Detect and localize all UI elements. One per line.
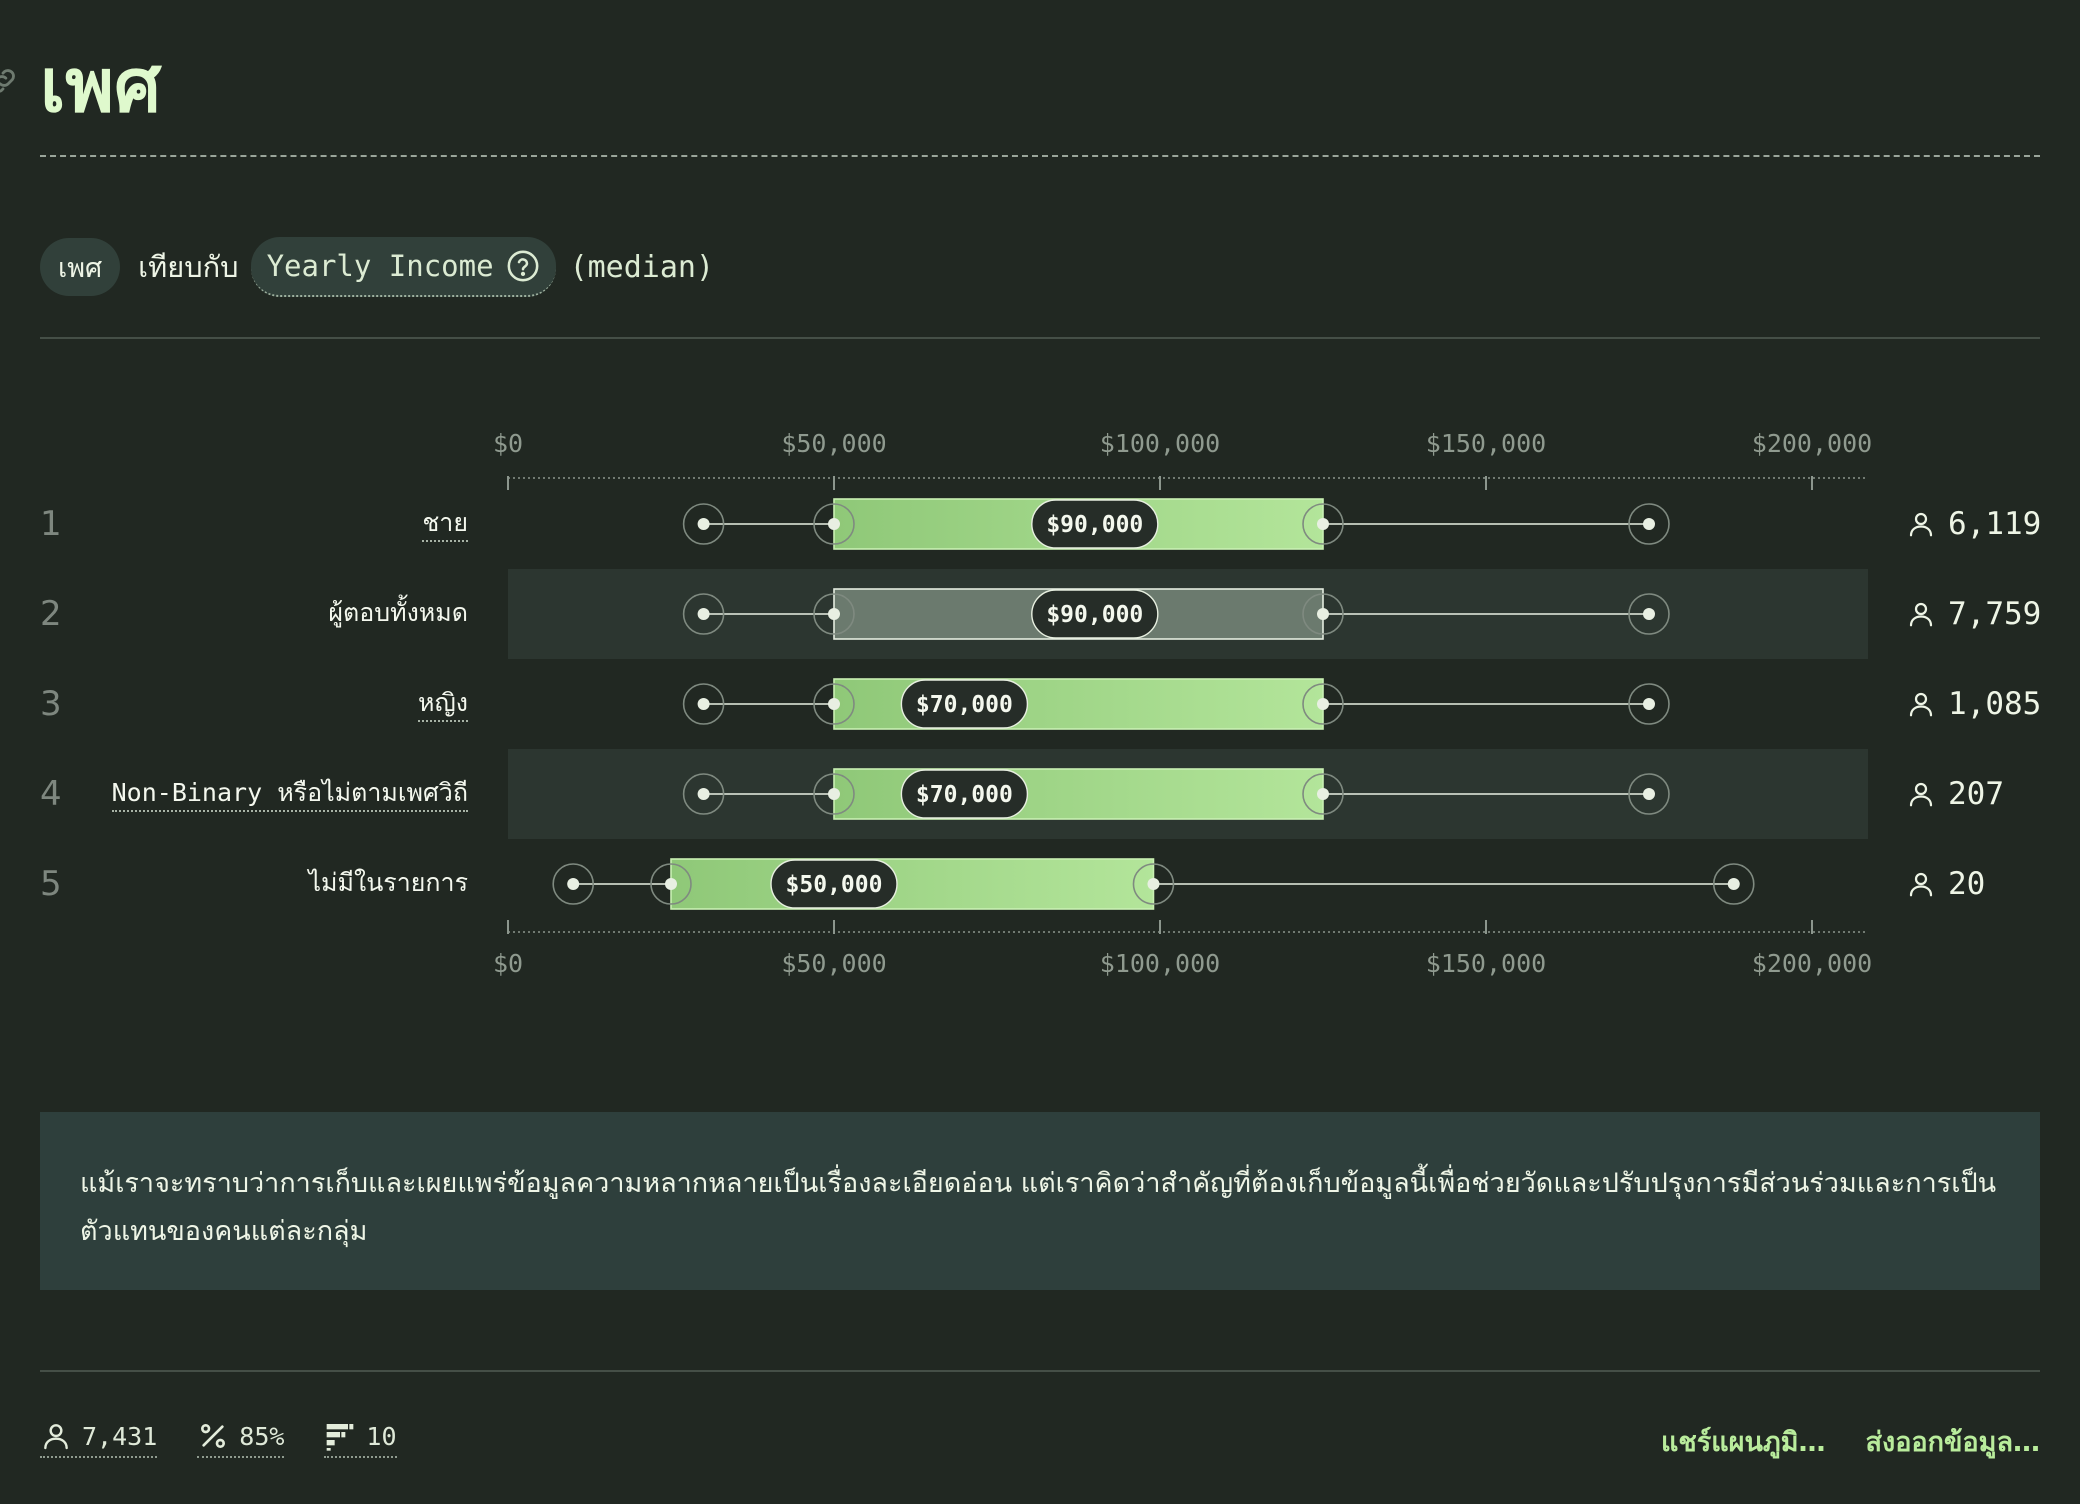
whisker-end-dot [1643, 698, 1655, 710]
row-label[interactable]: ไม่มีในรายการ [308, 866, 468, 900]
whisker-end-dot [828, 698, 840, 710]
row-label[interactable]: หญิง [418, 686, 468, 722]
options-stat[interactable]: 10 [324, 1420, 397, 1458]
x-axis-tick-label: $150,000 [1426, 949, 1546, 978]
x-axis-tick-label: $100,000 [1100, 429, 1220, 458]
median-value-label: $70,000 [916, 692, 1013, 718]
row-rank: 4 [40, 774, 62, 814]
row-rank: 3 [40, 684, 62, 724]
options-count: 10 [366, 1421, 397, 1451]
row-count-value: 6,119 [1948, 506, 2042, 542]
person-icon [1909, 512, 1933, 537]
whisker-end-dot [567, 878, 580, 890]
percent-icon [201, 1424, 226, 1448]
row-count: 7,759 [1906, 594, 2041, 634]
metric-label: Yearly Income [266, 249, 494, 283]
question-circle-icon[interactable] [506, 249, 540, 283]
whisker-end-dot [1317, 608, 1329, 620]
person-icon [1909, 692, 1933, 717]
row-count-value: 207 [1948, 776, 2004, 812]
x-axis-tick-label: $150,000 [1426, 429, 1546, 458]
row-count-value: 20 [1948, 866, 1986, 902]
whisker-end-dot [1317, 788, 1329, 800]
x-axis-tick-label: $50,000 [781, 429, 886, 458]
person-icon [1909, 782, 1933, 807]
whisker-end-dot [828, 608, 840, 620]
row-count: 6,119 [1906, 504, 2041, 544]
box-iqr [670, 858, 1155, 910]
share-chart-link[interactable]: แชร์แผนภูมิ… [1661, 1420, 1826, 1463]
title-divider [40, 155, 2040, 157]
footer-stats: 7,431 85% 10 [40, 1416, 437, 1462]
row-label[interactable]: ชาย [422, 506, 468, 542]
percent-value: 85% [239, 1421, 285, 1451]
link-icon[interactable] [0, 64, 20, 98]
whisker-end-dot [1727, 878, 1740, 890]
versus-label: เทียบกับ [138, 250, 239, 284]
person-icon [1909, 602, 1933, 627]
bar-list-icon [327, 1424, 354, 1451]
group-pill: เพศ [40, 238, 121, 296]
median-value-label: $90,000 [1046, 602, 1143, 628]
respondents-stat[interactable]: 7,431 [40, 1420, 158, 1458]
boxplot-chart: $0 $50,000 $100,000 $150,000 $200,000 $0 $50,0… [493, 429, 1872, 978]
chart-subtitle: เพศ เทียบกับ Yearly Income (median) [40, 237, 715, 297]
person-icon [1909, 872, 1933, 897]
row-count-value: 1,085 [1948, 686, 2042, 722]
median-value-label: $90,000 [1046, 512, 1143, 538]
x-axis-tick-label: $200,000 [1752, 429, 1872, 458]
page-title: เพศ [40, 43, 162, 129]
whisker-end-dot [1643, 788, 1655, 800]
whisker-end-dot [1643, 608, 1655, 620]
aggregation-label: (median) [569, 249, 715, 285]
row-label[interactable]: Non-Binary หรือไม่ตามเพศวิถี [111, 776, 468, 812]
whisker-end-dot [697, 698, 710, 710]
x-axis-tick-label: $200,000 [1752, 949, 1872, 978]
whisker-end-dot [1317, 518, 1329, 530]
row-label[interactable]: ผู้ตอบทั้งหมด [328, 596, 468, 630]
row-rank: 1 [40, 504, 62, 544]
x-axis-tick-label: $50,000 [781, 949, 886, 978]
row-count-value: 7,759 [1948, 596, 2042, 632]
percent-stat[interactable]: 85% [197, 1420, 285, 1458]
row-count: 207 [1906, 774, 2004, 814]
row-rank: 2 [40, 594, 62, 634]
median-value-label: $50,000 [786, 872, 883, 898]
person-icon [44, 1424, 68, 1450]
note-text: แม้เราจะทราบว่าการเก็บและเผยแพร่ข้อมูลคว… [80, 1168, 1997, 1247]
subtitle-divider [40, 337, 2040, 339]
row-count: 1,085 [1906, 684, 2041, 724]
whisker-end-dot [665, 878, 677, 890]
whisker-end-dot [697, 518, 710, 530]
whisker-end-dot [828, 518, 840, 530]
whisker-end-dot [1643, 518, 1655, 530]
metric-pill[interactable]: Yearly Income [250, 237, 556, 297]
note-box: แม้เราจะทราบว่าการเก็บและเผยแพร่ข้อมูลคว… [40, 1112, 2040, 1290]
row-count: 20 [1906, 864, 1985, 904]
footer-actions: แชร์แผนภูมิ… ส่งออกข้อมูล… [1621, 1420, 2040, 1463]
whisker-end-dot [828, 788, 840, 800]
whisker-end-dot [1147, 878, 1160, 890]
row-rank: 5 [40, 864, 62, 904]
x-axis-tick-label: $0 [493, 429, 523, 458]
x-axis-tick-label: $100,000 [1100, 949, 1220, 978]
export-data-link[interactable]: ส่งออกข้อมูล… [1866, 1420, 2040, 1463]
whisker-end-dot [697, 608, 710, 620]
footer-divider [40, 1370, 2040, 1372]
whisker-end-dot [697, 788, 710, 800]
whisker-end-dot [1317, 698, 1329, 710]
x-axis-tick-label: $0 [493, 949, 523, 978]
median-value-label: $70,000 [916, 782, 1013, 808]
respondents-count: 7,431 [82, 1421, 158, 1451]
